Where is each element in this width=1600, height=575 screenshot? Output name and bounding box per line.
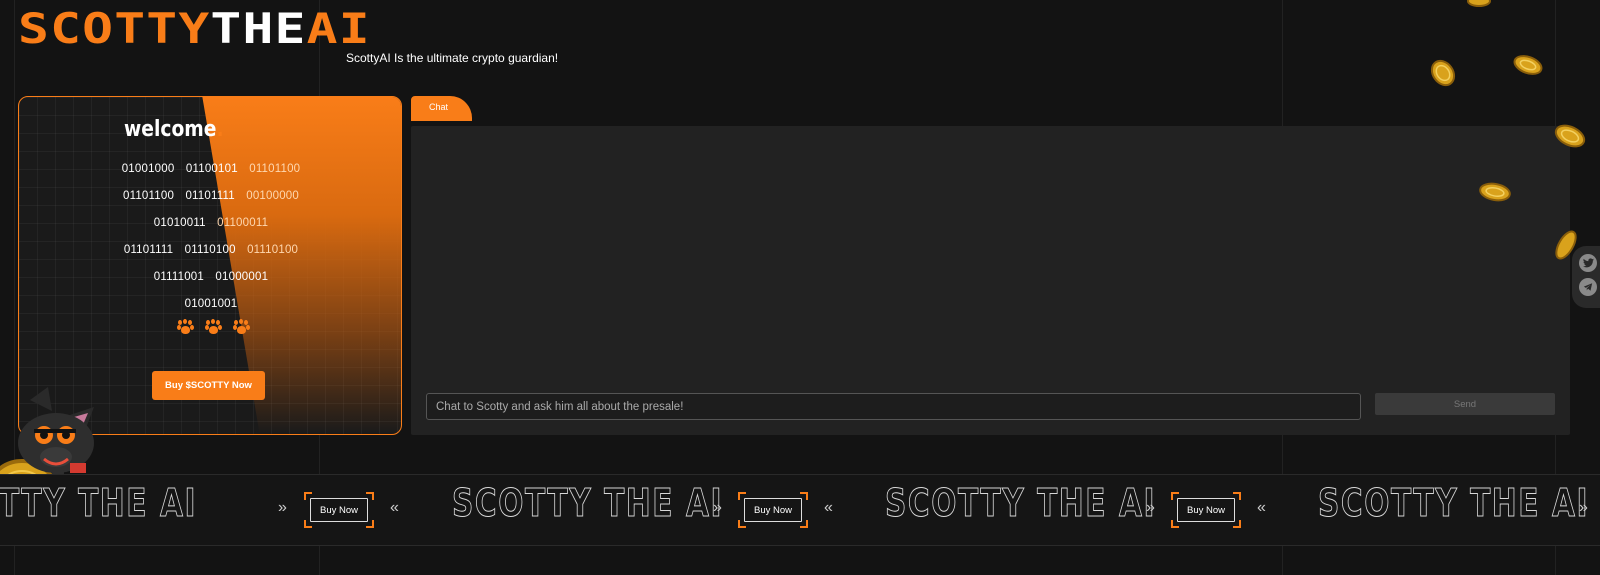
logo-part-scotty: SCOTTY [18,4,211,53]
binary-row: 01001000 01100101 01101100 [19,163,401,175]
binary-word: 00100000 [246,190,299,202]
binary-word: 01001001 [184,298,238,310]
binary-row: 01111001 01000001 [19,271,401,283]
binary-word: 01101111 [185,190,235,202]
binary-word: 01001000 [121,163,175,175]
marquee-button-frame: Buy Now [738,492,808,528]
marquee-buy-now-button[interactable]: Buy Now [744,498,802,522]
paw-icon [205,319,221,335]
binary-word: 01110100 [184,244,236,256]
binary-word: 01111001 [153,271,205,283]
tab-chat[interactable]: Chat [411,96,472,121]
marquee-arrow-right: » [278,499,287,516]
coin-image [1554,124,1586,148]
binary-row: 01001001 [19,298,401,310]
binary-word: 01010011 [153,217,206,229]
binary-word: 01101100 [122,190,175,202]
marquee-arrow-left: « [824,499,833,516]
binary-word: 01100101 [185,163,238,175]
telegram-icon[interactable] [1579,278,1597,296]
binary-word: 01101100 [249,163,301,175]
binary-row: 01010011 01100011 [19,217,401,229]
coin-image [1513,55,1543,75]
logo-part-ai: AI [306,4,371,53]
marquee-buy-now-button[interactable]: Buy Now [310,498,368,522]
marquee-button-frame: Buy Now [304,492,374,528]
coin-image [1430,59,1456,87]
logo[interactable]: SCOTTYTHEAI [18,8,371,50]
binary-word: 01000001 [215,271,269,283]
welcome-title-dot: . [216,117,224,142]
binary-word: 01101111 [123,244,174,256]
coin-image [1467,0,1491,7]
marquee-buy-now-button[interactable]: Buy Now [1177,498,1235,522]
coin-image [1479,182,1511,202]
buy-scotty-button[interactable]: Buy $SCOTTY Now [152,371,265,400]
marquee-text: SCOTTY THE AI [885,481,1157,526]
marquee-button-frame: Buy Now [1171,492,1241,528]
paw-icon [233,319,249,335]
marquee-arrow-left: « [390,499,399,516]
binary-word: 01110100 [247,244,299,256]
marquee-arrow-right: » [1146,499,1155,516]
tagline: ScottyAI Is the ultimate crypto guardian… [346,51,559,65]
binary-row: 01101111 01110100 01110100 [19,244,401,256]
welcome-title: welcome. [124,117,224,142]
marquee-text: SCOTTY THE AI [0,481,198,526]
send-button[interactable]: Send [1375,393,1555,415]
marquee-arrow-right: » [713,499,722,516]
paw-icon [177,319,193,335]
marquee-text: SCOTTY THE AI [1318,481,1590,526]
coin-image [1555,230,1577,260]
marquee-arrow-left: « [1257,499,1266,516]
binary-word: 01100011 [217,217,269,229]
marquee-banner: SCOTTY THE AI » Buy Now « SCOTTY THE AI … [0,474,1600,546]
logo-part-the: THE [210,4,307,53]
marquee-text: SCOTTY THE AI [452,481,724,526]
chat-input[interactable] [426,393,1361,420]
binary-row: 01101100 01101111 00100000 [19,190,401,202]
marquee-arrow-right: » [1579,499,1588,516]
chat-panel: Send [411,126,1570,435]
welcome-title-text: welcome [124,117,217,142]
twitter-icon[interactable] [1579,254,1597,272]
paw-prints [177,319,249,335]
